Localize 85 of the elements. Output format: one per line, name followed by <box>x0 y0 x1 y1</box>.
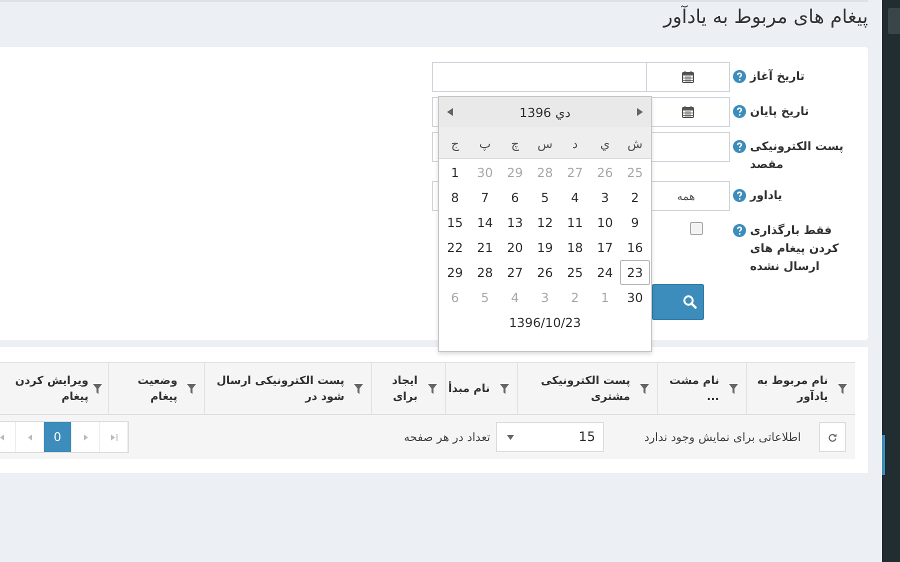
calendar-day[interactable]: 22 <box>440 235 470 260</box>
next-month-icon[interactable] <box>636 108 643 116</box>
field-label: تاریخ آغاز <box>750 68 805 85</box>
next-page-icon <box>82 434 90 440</box>
column-header: وضعیت پیغام <box>136 372 178 404</box>
calendar-day[interactable]: 25 <box>560 260 590 285</box>
calendar-day[interactable]: 15 <box>440 210 470 235</box>
weekday-label: پ <box>478 135 492 153</box>
calendar-day[interactable]: 28 <box>470 260 500 285</box>
calendar-day[interactable]: 16 <box>620 235 650 260</box>
calendar-day[interactable]: 5 <box>530 185 560 210</box>
help-icon <box>733 140 746 153</box>
column-header: نام مشت ... <box>668 372 720 404</box>
calendar-day[interactable]: 17 <box>590 235 620 260</box>
calendar-button[interactable] <box>646 62 730 92</box>
weekday-label: ج <box>450 135 460 153</box>
date-field[interactable] <box>432 62 646 92</box>
weekday-label: ي <box>599 135 611 153</box>
calendar-day[interactable]: 19 <box>530 235 560 260</box>
calendar-icon <box>682 71 694 83</box>
field-label: پست الکترونیکی مقصد <box>750 138 844 173</box>
calendar-day[interactable]: 4 <box>560 185 590 210</box>
filter-icon <box>187 384 196 394</box>
calendar-day[interactable]: 12 <box>530 210 560 235</box>
help-icon <box>733 224 746 237</box>
calendar-day[interactable]: 20 <box>500 235 530 260</box>
help-icon <box>733 189 746 202</box>
search-button[interactable] <box>652 284 704 320</box>
calendar-day[interactable]: 6 <box>500 185 530 210</box>
field-label: تاریخ پایان <box>750 103 809 120</box>
column-header: ویرایش کردن پیغام <box>14 372 88 404</box>
refresh-button[interactable] <box>819 422 846 452</box>
calendar-day[interactable]: 14 <box>470 210 500 235</box>
calendar-day[interactable]: 29 <box>440 260 470 285</box>
weekday-label: د <box>571 135 579 153</box>
selected-date[interactable]: 1396/10/23 <box>439 315 651 330</box>
calendar-day[interactable]: 18 <box>560 235 590 260</box>
filter-icon <box>640 384 650 394</box>
column-header: پست الکترونیکی ارسال شود در <box>216 372 344 404</box>
calendar-day[interactable]: 27 <box>500 260 530 285</box>
empty-message: اطلاعاتی برای نمایش وجود ندارد <box>644 430 801 444</box>
page-size-dropdown[interactable]: 15 <box>496 422 604 452</box>
field-label: فقط بارگذاری کردن پیغام های ارسال نشده <box>750 222 840 275</box>
checkbox[interactable] <box>690 222 703 235</box>
calendar-day[interactable]: 30 <box>620 285 650 310</box>
filter-icon <box>354 384 364 394</box>
calendar-day[interactable]: 3 <box>590 185 620 210</box>
weekday-label: س <box>536 135 554 153</box>
caret-icon <box>507 434 514 440</box>
column-header: نام مربوط به یادآور <box>756 372 828 404</box>
refresh-icon <box>828 432 837 442</box>
column-header: نام مبدأ <box>448 380 490 396</box>
page-button[interactable]: 0 <box>44 422 72 452</box>
filter-icon <box>428 384 437 394</box>
help-icon <box>733 70 746 83</box>
calendar-day[interactable]: 8 <box>440 185 470 210</box>
search-icon <box>683 295 697 309</box>
previous-month-icon[interactable] <box>447 108 453 116</box>
calendar-day[interactable]: 21 <box>470 235 500 260</box>
calendar-day[interactable]: 23 <box>620 260 650 285</box>
filter-icon <box>93 384 102 394</box>
calendar-day[interactable]: 7 <box>470 185 500 210</box>
previous-page-icon <box>26 434 34 440</box>
filter-icon <box>729 384 738 394</box>
month-label: دي 1396 <box>519 104 571 120</box>
column-header: پست الکترونیکی مشتری <box>540 372 630 404</box>
calendar-icon <box>682 106 694 118</box>
last-page-icon <box>110 434 118 440</box>
calendar-day[interactable]: 9 <box>620 210 650 235</box>
calendar-day[interactable]: 1 <box>440 160 470 185</box>
column-header: ایجاد برای <box>391 372 418 404</box>
calendar-day[interactable]: 24 <box>590 260 620 285</box>
calendar-day[interactable]: 10 <box>590 210 620 235</box>
filter-icon <box>838 384 847 394</box>
filter-icon <box>500 384 509 394</box>
calendar-day[interactable]: 11 <box>560 210 590 235</box>
page-size-label: تعداد در هر صفحه <box>404 430 490 444</box>
field-label: یاداور <box>750 187 782 204</box>
weekday-label: ش <box>626 135 644 153</box>
weekday-label: چ <box>510 135 520 153</box>
calendar-day[interactable]: 26 <box>530 260 560 285</box>
calendar-day[interactable]: 13 <box>500 210 530 235</box>
calendar-day[interactable]: 2 <box>620 185 650 210</box>
page-title: پیغام های مربوط به یادآور <box>663 6 868 28</box>
help-icon <box>733 105 746 118</box>
